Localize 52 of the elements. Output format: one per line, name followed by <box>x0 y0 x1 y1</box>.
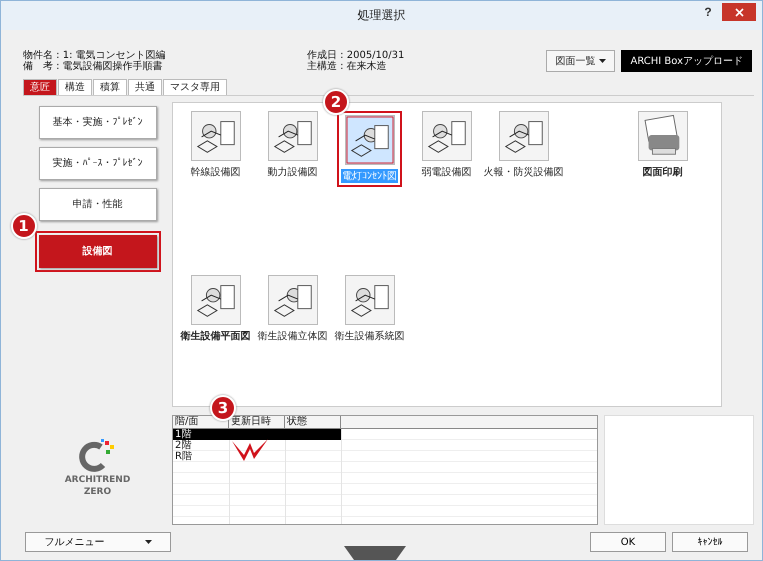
tab[interactable]: 共通 <box>128 78 162 95</box>
close-icon <box>734 8 744 16</box>
diagram-thumbnail-icon <box>268 274 318 325</box>
diagram-thumbnail-icon <box>422 110 472 161</box>
category-button[interactable]: 設備図 <box>38 234 156 268</box>
floor-row[interactable]: 2階 <box>173 440 341 451</box>
column-header: 階/面 <box>173 416 229 428</box>
logo-text: ZERO <box>84 486 112 497</box>
column-header: 状態 <box>285 416 341 428</box>
step-number-badge: 2 <box>323 88 349 115</box>
diagram-thumbnail-icon <box>344 114 394 165</box>
drawing-item-label[interactable]: 衛生設備系統図 <box>334 328 406 343</box>
logo-icon <box>79 438 116 473</box>
logo-text: ARCHITREND <box>64 474 130 485</box>
info-text: 主構造 : 在来木造 <box>307 60 388 72</box>
diagram-thumbnail-icon <box>498 110 548 161</box>
drawing-item-label[interactable]: 弱電設備図 <box>420 164 472 179</box>
floor-row[interactable]: R階 <box>173 450 341 462</box>
category-button[interactable]: 基本・実施・ﾌﾟﾚｾﾞﾝ <box>38 106 156 139</box>
upload-button[interactable]: ARCHI Boxアップロード <box>621 50 752 72</box>
ok-button[interactable]: OK <box>590 532 666 552</box>
drawing-item-label[interactable]: 衛生設備平面図 <box>180 328 252 343</box>
tab[interactable]: 構造 <box>58 78 92 95</box>
drawing-item-label[interactable]: 動力設備図 <box>266 164 318 179</box>
category-button[interactable]: 申請・性能 <box>38 188 156 221</box>
drawing-item-label[interactable]: 衛生設備立体図 <box>256 328 328 343</box>
printer-icon <box>638 110 688 161</box>
step-number-badge: 1 <box>10 212 36 239</box>
window-title: 処理選択 <box>358 7 406 24</box>
drawing-item-label[interactable]: 火報・防災設備図 <box>482 164 564 179</box>
triangle-icon <box>344 546 406 560</box>
drawing-item-label[interactable]: 幹線設備図 <box>190 164 242 179</box>
info-text: 作成日 : 2005/10/31 <box>307 50 404 61</box>
info-text: 備 考 : 電気設備図操作手順書 <box>23 60 163 72</box>
tab[interactable]: 積算 <box>93 78 127 95</box>
diagram-thumbnail-icon <box>190 110 240 161</box>
drawing-list-dropdown[interactable]: 図面一覧 <box>546 50 616 72</box>
tab[interactable]: マスタ専用 <box>163 78 227 95</box>
caret-icon <box>144 540 152 544</box>
diagram-thumbnail-icon <box>268 110 318 161</box>
tab[interactable]: 意匠 <box>23 78 57 95</box>
floor-row[interactable]: 1階 <box>173 428 341 440</box>
full-menu-button[interactable]: フルメニュー <box>25 532 171 552</box>
category-button[interactable]: 実施・ﾊﾟｰｽ・ﾌﾟﾚｾﾞﾝ <box>38 146 156 180</box>
diagram-thumbnail-icon <box>344 274 394 325</box>
info-text: 物件名 : 1: 電気コンセント図編 <box>23 50 167 61</box>
diagram-thumbnail-icon <box>190 274 240 325</box>
caret-icon <box>599 58 606 63</box>
cancel-button[interactable]: ｷｬﾝｾﾙ <box>672 532 748 552</box>
close-button[interactable] <box>722 3 756 21</box>
help-button[interactable]: ? <box>694 3 722 21</box>
drawing-item-label[interactable]: 図面印刷 <box>642 164 684 179</box>
